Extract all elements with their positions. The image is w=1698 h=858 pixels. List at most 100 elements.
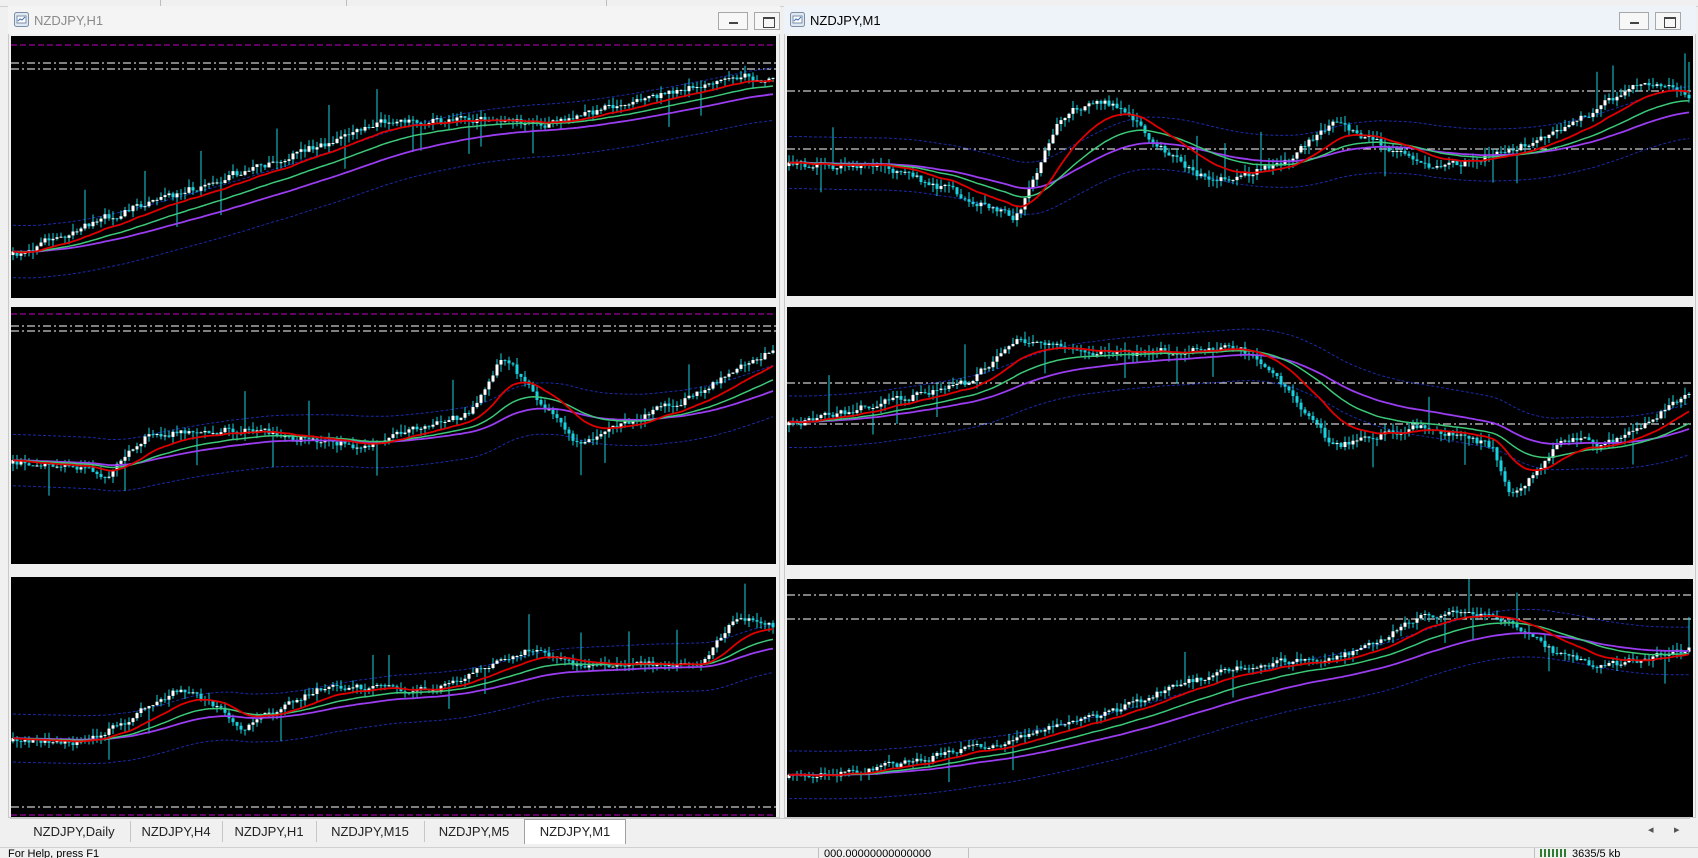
- candle-body: [1415, 618, 1419, 623]
- candle-body: [55, 466, 59, 468]
- tab-h4[interactable]: NZDJPY,H4: [130, 821, 223, 842]
- candle-body: [339, 441, 343, 446]
- candle-body: [931, 183, 935, 186]
- candle-body: [1583, 659, 1587, 661]
- candle-body: [447, 683, 451, 685]
- price-chart: [11, 583, 776, 816]
- candle-body: [983, 747, 987, 749]
- chart-pane-6[interactable]: [787, 579, 1693, 817]
- candle-body: [1271, 370, 1275, 374]
- candle-body: [715, 81, 719, 85]
- bollinger-lower: [789, 656, 1690, 800]
- candle-body: [671, 90, 675, 94]
- candle-body: [63, 236, 67, 238]
- candle-body: [515, 364, 519, 374]
- tab-m15[interactable]: NZDJPY,M15: [316, 821, 425, 842]
- chart-pane-1[interactable]: [11, 36, 776, 298]
- minimize-icon[interactable]: [718, 12, 748, 30]
- candle-body: [1419, 425, 1423, 428]
- candle-body: [255, 164, 259, 167]
- candle-body: [1279, 375, 1283, 385]
- chart-pane-2[interactable]: [11, 307, 776, 564]
- candle-body: [1131, 701, 1135, 703]
- candle-body: [1231, 670, 1235, 672]
- candle-body: [239, 725, 243, 730]
- chart-pane-4[interactable]: [787, 36, 1693, 296]
- chart-pane-5[interactable]: [787, 307, 1693, 565]
- candle-body: [1371, 642, 1375, 645]
- candle-body: [1403, 150, 1407, 154]
- candle-body: [115, 725, 119, 727]
- candle-body: [1135, 120, 1139, 122]
- minimize-icon[interactable]: [1619, 12, 1649, 30]
- candle-body: [1455, 160, 1459, 166]
- candle-body: [1175, 155, 1179, 157]
- candle-body: [611, 666, 615, 668]
- bollinger-lower: [12, 119, 774, 279]
- maximize-icon[interactable]: [754, 12, 780, 30]
- candle-body: [659, 406, 663, 408]
- candle-body: [347, 443, 351, 445]
- candle-body: [1555, 652, 1559, 654]
- candle-body: [323, 688, 327, 691]
- window-titlebar[interactable]: NZDJPY,M1: [784, 6, 1696, 34]
- candle-body: [55, 237, 59, 239]
- candle-body: [915, 392, 919, 395]
- candle-body: [1083, 350, 1087, 353]
- candle-body: [1671, 401, 1675, 406]
- candle-body: [719, 637, 723, 641]
- candle-body: [295, 700, 299, 703]
- candle-body: [1051, 343, 1055, 345]
- candle-body: [103, 734, 107, 736]
- candle-body: [1591, 112, 1595, 118]
- candle-body: [1443, 433, 1447, 436]
- candle-body: [499, 360, 503, 365]
- maximize-icon[interactable]: [1655, 12, 1681, 30]
- tab-m5[interactable]: NZDJPY,M5: [424, 821, 525, 842]
- candle-body: [1019, 735, 1023, 738]
- candle-body: [1163, 145, 1167, 153]
- candle-body: [243, 729, 247, 731]
- candle-body: [431, 424, 435, 427]
- candle-body: [1259, 359, 1263, 365]
- candle-body: [1531, 142, 1535, 146]
- candle-body: [1171, 155, 1175, 157]
- candle-body: [167, 193, 171, 196]
- candle-body: [735, 77, 739, 80]
- candle-body: [751, 76, 755, 81]
- candle-body: [279, 162, 283, 164]
- candle-body: [1019, 209, 1023, 214]
- candle-body: [1443, 614, 1447, 616]
- candle-body: [455, 117, 459, 121]
- candle-body: [1627, 431, 1631, 435]
- candle-body: [1503, 471, 1507, 482]
- candle-body: [815, 418, 819, 421]
- candle-body: [331, 143, 335, 145]
- candle-body: [211, 432, 215, 434]
- candle-body: [943, 752, 947, 755]
- chart-pane-3[interactable]: [11, 577, 776, 817]
- window-titlebar[interactable]: NZDJPY,H1: [8, 6, 780, 34]
- tab-daily[interactable]: NZDJPY,Daily: [18, 821, 131, 842]
- tab-h1[interactable]: NZDJPY,H1: [222, 821, 317, 842]
- candle-body: [947, 184, 951, 186]
- candle-body: [1515, 150, 1519, 152]
- candle-body: [1187, 679, 1191, 683]
- candle-body: [1523, 486, 1527, 489]
- tab-m1[interactable]: NZDJPY,M1: [524, 819, 626, 844]
- scroll-right-icon[interactable]: ▸: [1674, 823, 1680, 836]
- candle-body: [679, 405, 683, 407]
- candle-body: [851, 769, 855, 771]
- candle-body: [635, 99, 639, 102]
- candle-body: [67, 235, 71, 238]
- candle-body: [863, 405, 867, 407]
- candle-body: [1267, 165, 1271, 169]
- candle-body: [1555, 129, 1559, 132]
- candle-body: [895, 171, 899, 173]
- scroll-left-icon[interactable]: ◂: [1648, 823, 1654, 836]
- candle-body: [1211, 675, 1215, 678]
- candle-body: [1387, 637, 1391, 640]
- candle-body: [907, 399, 911, 401]
- candle-body: [711, 382, 715, 389]
- candle-body: [1423, 614, 1427, 616]
